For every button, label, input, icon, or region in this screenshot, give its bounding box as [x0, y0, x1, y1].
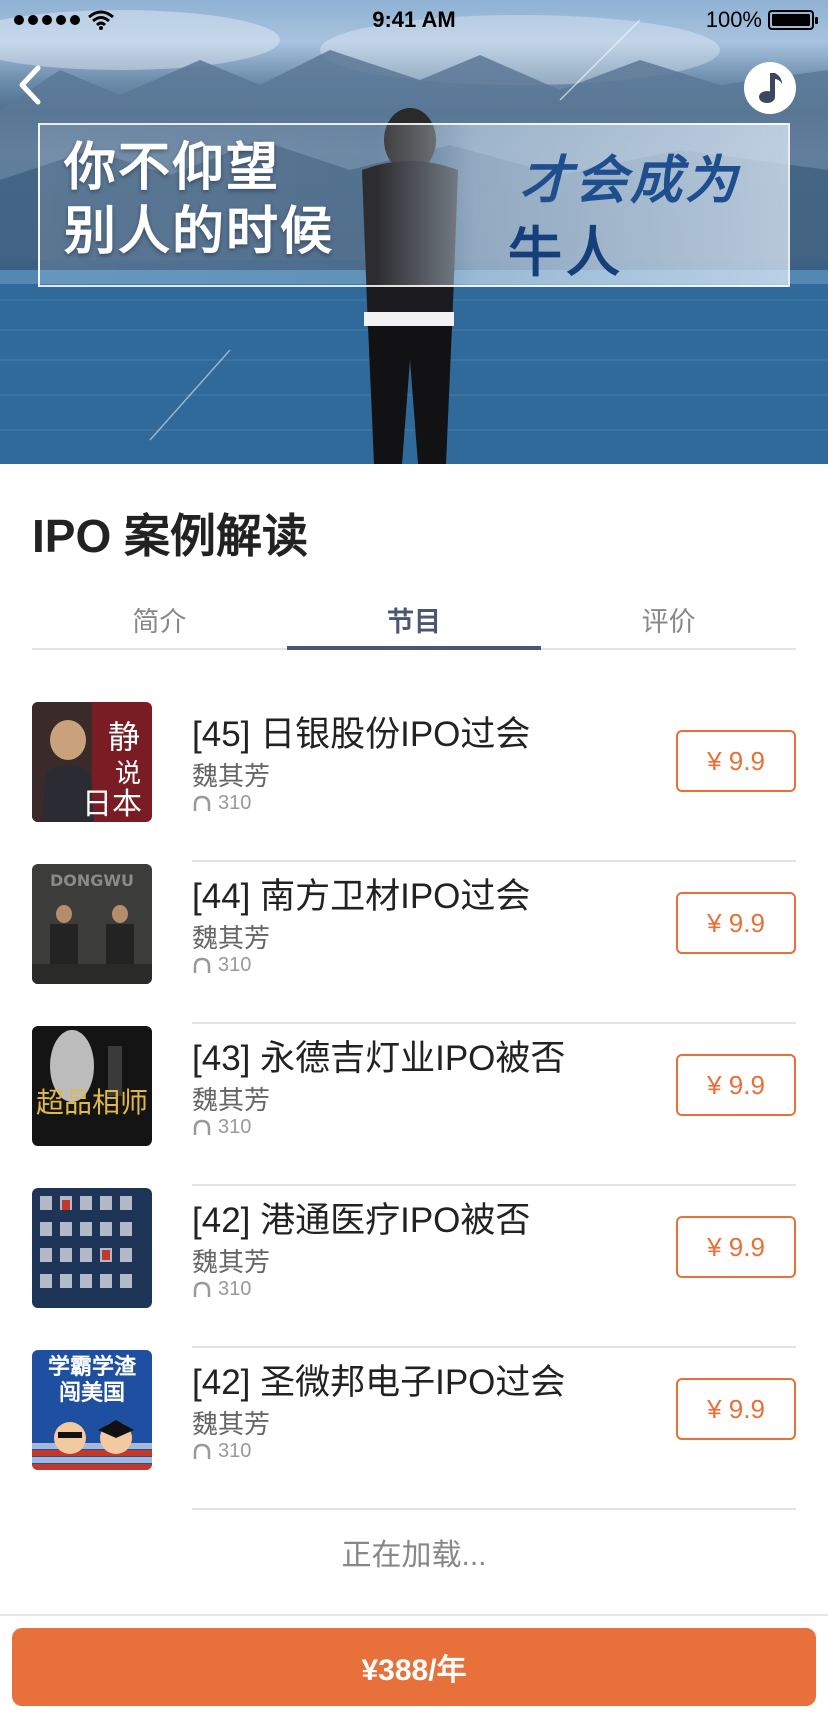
quote-left: 你不仰望 别人的时候 — [64, 136, 364, 264]
svg-text:静: 静 — [108, 718, 140, 756]
battery-percent: 100% — [705, 7, 762, 32]
price-button[interactable]: ¥ 9.9 — [676, 1054, 796, 1116]
status-bar: 9:41 AM 100% — [0, 0, 828, 40]
music-player-button[interactable] — [744, 62, 796, 114]
episode-author: 魏其芳 — [192, 1085, 271, 1115]
svg-text:说: 说 — [115, 759, 141, 789]
price-button[interactable]: ¥ 9.9 — [676, 1378, 796, 1440]
episode-author: 魏其芳 — [192, 761, 271, 791]
play-count: 310 — [192, 954, 251, 977]
tab-intro[interactable]: 简介 — [32, 600, 287, 648]
headphones-icon — [193, 1443, 211, 1459]
tab-episodes[interactable]: 节目 — [286, 600, 542, 650]
svg-text:日本: 日本 — [82, 787, 142, 822]
price-button[interactable]: ¥ 9.9 — [676, 730, 796, 792]
list-item[interactable]: 超品相师 [43] 永德吉灯业IPO被否 魏其芳 310 ¥ 9.9 — [0, 1024, 828, 1186]
play-count-value: 310 — [218, 792, 252, 814]
episode-list: 静 说 日本 [45] 日银股份IPO过会 魏其芳 310 ¥ 9.9 DONG… — [0, 700, 828, 1510]
music-note-icon — [759, 73, 782, 103]
play-count-value: 310 — [218, 1440, 252, 1462]
episode-cover — [32, 1188, 152, 1308]
svg-text:超品相师: 超品相师 — [36, 1086, 148, 1119]
back-chevron-icon — [19, 65, 41, 105]
quote-left-line2: 别人的时候 — [64, 201, 335, 262]
play-count-value: 310 — [218, 1278, 252, 1300]
headphones-icon — [193, 1119, 211, 1135]
play-count-value: 310 — [218, 954, 252, 976]
list-item[interactable]: 学霸学渣 闯美国 [42] 圣微邦电子IPO过会 魏其芳 310 ¥ 9.9 — [0, 1348, 828, 1510]
price-button[interactable]: ¥ 9.9 — [676, 892, 796, 954]
play-count: 310 — [192, 1440, 251, 1463]
headphones-icon — [193, 795, 211, 811]
episode-title: [45] 日银股份IPO过会 — [192, 715, 531, 754]
episode-author: 魏其芳 — [192, 1409, 271, 1439]
tab-bar: 简介 节目 评价 — [32, 600, 796, 650]
tab-reviews[interactable]: 评价 — [541, 600, 796, 648]
back-button[interactable] — [12, 60, 52, 110]
quote-left-line1: 你不仰望 — [64, 137, 281, 198]
episode-title: [44] 南方卫材IPO过会 — [192, 877, 531, 916]
play-count: 310 — [192, 1116, 251, 1139]
episode-title: [42] 圣微邦电子IPO过会 — [192, 1363, 566, 1402]
subscribe-button[interactable]: ¥388/年 — [12, 1628, 816, 1706]
episode-title: [43] 永德吉灯业IPO被否 — [192, 1039, 566, 1078]
loading-indicator: 正在加载... — [341, 1539, 487, 1572]
price-button[interactable]: ¥ 9.9 — [676, 1216, 796, 1278]
headphones-icon — [193, 957, 211, 973]
episode-author: 魏其芳 — [192, 923, 271, 953]
play-count-value: 310 — [218, 1116, 252, 1138]
episode-title: [42] 港通医疗IPO被否 — [192, 1201, 531, 1240]
list-item[interactable]: [42] 港通医疗IPO被否 魏其芳 310 ¥ 9.9 — [0, 1186, 828, 1348]
episode-cover: DONGWU — [32, 864, 152, 984]
svg-text:学霸学渣: 学霸学渣 — [48, 1354, 137, 1380]
headphones-icon — [193, 1281, 211, 1297]
episode-cover: 静 说 日本 — [32, 702, 152, 822]
quote-right-line1: 才会成为 — [520, 150, 741, 211]
status-time: 9:41 AM — [372, 7, 456, 32]
signal-dots-icon — [14, 15, 80, 25]
hero-banner: 你不仰望 别人的时候 才会成为 牛人 9:41 AM 100% — [0, 0, 828, 464]
svg-text:DONGWU: DONGWU — [50, 871, 134, 890]
play-count: 310 — [192, 792, 251, 815]
quote-right-line2: 牛人 — [508, 221, 624, 284]
list-item[interactable]: 静 说 日本 [45] 日银股份IPO过会 魏其芳 310 ¥ 9.9 — [0, 700, 828, 862]
episode-cover: 学霸学渣 闯美国 — [32, 1350, 152, 1470]
wifi-icon — [88, 10, 114, 30]
episode-cover: 超品相师 — [32, 1026, 152, 1146]
divider — [192, 1508, 796, 1510]
play-count: 310 — [192, 1278, 251, 1301]
page-title: IPO 案例解读 — [32, 510, 309, 562]
episode-author: 魏其芳 — [192, 1247, 271, 1277]
battery-icon — [768, 10, 818, 30]
bottom-bar: ¥388/年 — [0, 1614, 828, 1716]
list-item[interactable]: DONGWU [44] 南方卫材IPO过会 魏其芳 310 ¥ 9.9 — [0, 862, 828, 1024]
svg-text:闯美国: 闯美国 — [59, 1380, 125, 1406]
